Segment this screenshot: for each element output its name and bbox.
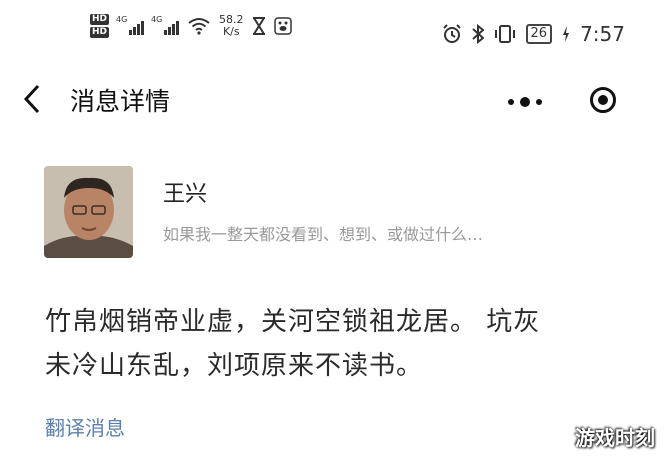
message-line: 未冷山东乱，刘项原来不读书。 — [45, 351, 424, 381]
hd-icon: HD — [90, 14, 110, 25]
watermark: 游戏时刻 — [575, 426, 655, 450]
bluetooth-icon — [471, 24, 484, 44]
avatar[interactable] — [44, 166, 133, 258]
network-speed: 58.2 K/s — [219, 13, 244, 38]
signal-icon: 4G — [116, 15, 145, 35]
alarm-icon — [442, 24, 461, 43]
message-body: 竹帛烟销帝业虚，关河空锁祖龙居。 坑灰 未冷山东乱，刘项原来不读书。 — [45, 300, 635, 388]
close-miniprogram-icon[interactable] — [590, 87, 616, 113]
vibrate-icon — [494, 25, 515, 43]
sender-name: 王兴 — [163, 182, 208, 207]
status-right: 26 7:57 — [442, 22, 625, 46]
message-line: 竹帛烟销帝业虚，关河空锁祖龙居。 坑灰 — [45, 307, 541, 337]
paw-icon — [273, 17, 292, 35]
hd-indicators: HD HD — [90, 14, 110, 38]
sender-signature: 如果我一整天都没看到、想到、或做过什么… — [163, 225, 484, 244]
charging-icon — [563, 26, 570, 42]
hd-icon: HD — [90, 27, 110, 38]
nav-bar: 消息详情 — [0, 72, 667, 132]
status-left: HD HD 4G 4G 58.2 K/s — [90, 14, 292, 38]
status-time: 7:57 — [580, 22, 625, 46]
wifi-icon — [188, 18, 210, 35]
page-title: 消息详情 — [70, 87, 171, 116]
status-bar: HD HD 4G 4G 58.2 K/s 26 7:57 — [0, 0, 667, 60]
back-icon[interactable] — [22, 82, 42, 125]
battery-indicator: 26 — [525, 24, 553, 44]
translate-message-link[interactable]: 翻译消息 — [45, 412, 125, 441]
hourglass-icon — [252, 17, 265, 35]
signal-icon: 4G — [151, 15, 180, 35]
more-icon[interactable] — [508, 86, 542, 118]
